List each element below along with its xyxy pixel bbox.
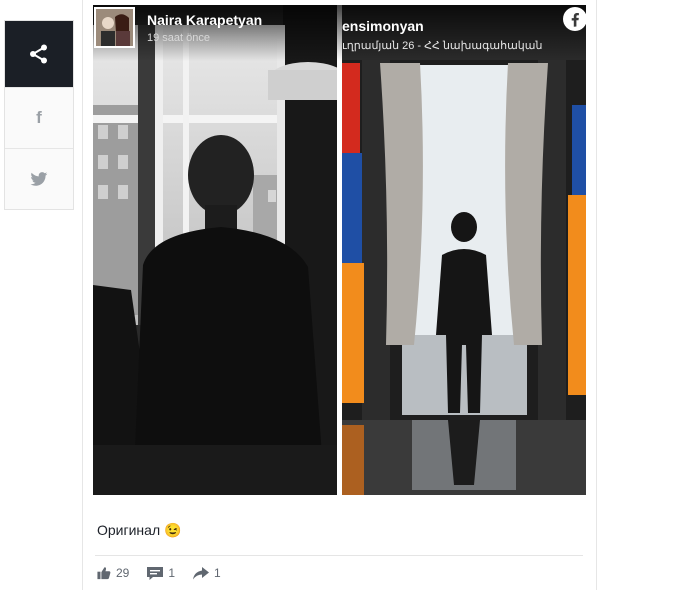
post-image-right[interactable] (342, 5, 586, 495)
share-stat[interactable]: 1 (193, 566, 221, 580)
comment-count: 1 (168, 566, 176, 580)
facebook-post-card: Naira Karapetyan 19 saat önce ensimonyan… (82, 0, 597, 590)
share-count: 1 (214, 566, 221, 580)
twitter-icon (30, 171, 48, 186)
share-icon (30, 44, 47, 64)
twitter-share-button[interactable] (5, 148, 73, 209)
post-image-left[interactable] (93, 5, 337, 495)
thumbs-up-icon (97, 567, 111, 580)
post-author-name[interactable]: Naira Karapetyan (147, 12, 262, 28)
like-stat[interactable]: 29 (97, 566, 129, 580)
share-button[interactable] (5, 21, 73, 87)
facebook-icon: f (36, 108, 42, 127)
share-arrow-icon (193, 566, 210, 579)
photo-man-at-window (93, 5, 337, 495)
image-overlay-name: ensimonyan (342, 18, 424, 34)
like-count: 29 (116, 566, 130, 580)
post-images[interactable]: Naira Karapetyan 19 saat önce ensimonyan… (93, 5, 587, 495)
avatar-photo (96, 9, 133, 46)
photo-man-at-curtains (342, 5, 586, 495)
post-timestamp[interactable]: 19 saat önce (147, 32, 210, 44)
comment-icon (147, 566, 164, 580)
image-overlay-subtitle: ւղրամյան 26 - ՀՀ նախագահական (342, 40, 543, 52)
facebook-logo-icon[interactable] (563, 7, 587, 31)
divider (95, 555, 583, 556)
comment-stat[interactable]: 1 (147, 566, 175, 580)
post-stats: 29 1 1 (97, 566, 239, 580)
post-caption: Оригинал 😉 (97, 522, 182, 538)
facebook-share-button[interactable]: f (5, 87, 73, 148)
share-bar: f (4, 20, 74, 210)
avatar[interactable] (94, 7, 135, 48)
